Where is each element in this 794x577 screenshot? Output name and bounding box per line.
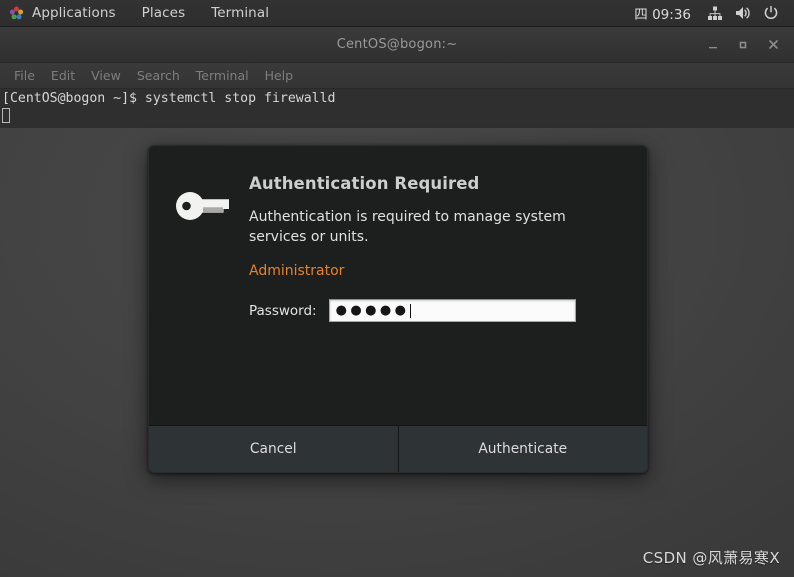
authenticate-button[interactable]: Authenticate <box>398 426 647 472</box>
terminal-output-area[interactable]: [CentOS@bogon ~]$ systemctl stop firewal… <box>0 89 794 128</box>
panel-item-label: Places <box>141 5 186 21</box>
terminal-menubar: File Edit View Search Terminal Help <box>0 63 794 89</box>
password-row: Password: ●●●●● <box>249 299 621 322</box>
key-icon <box>175 174 249 425</box>
close-icon[interactable] <box>758 30 788 60</box>
network-wired-icon[interactable] <box>701 0 729 26</box>
password-label: Password: <box>249 302 317 319</box>
menu-item-search[interactable]: Search <box>129 66 188 85</box>
dialog-title: Authentication Required <box>249 174 480 193</box>
terminal-cursor-line <box>2 107 794 125</box>
cancel-button-label: Cancel <box>249 441 297 457</box>
password-input[interactable]: ●●●●● <box>328 299 576 322</box>
menu-label: Terminal <box>195 68 249 83</box>
maximize-icon[interactable] <box>728 30 758 60</box>
top-panel-status-area: 四 09:36 <box>624 0 794 26</box>
clock[interactable]: 四 09:36 <box>624 3 701 23</box>
watermark: CSDN @风萧易寒X <box>642 549 780 567</box>
terminal-titlebar[interactable]: CentOS@bogon:~ <box>0 27 794 63</box>
dialog-text-block: Authentication Required Authentication i… <box>249 174 621 425</box>
menu-item-view[interactable]: View <box>83 66 129 85</box>
panel-item-label: Terminal <box>211 5 270 21</box>
terminal-line: [CentOS@bogon ~]$ systemctl stop firewal… <box>2 91 336 106</box>
menu-item-help[interactable]: Help <box>257 66 302 85</box>
panel-item-terminal[interactable]: Terminal <box>198 0 282 26</box>
password-masked-value: ●●●●● <box>335 303 410 318</box>
menu-label: File <box>14 68 35 83</box>
menu-label: Help <box>264 68 294 83</box>
panel-item-places[interactable]: Places <box>129 0 199 26</box>
dialog-content: Authentication Required Authentication i… <box>149 146 647 425</box>
top-panel: Applications Places Terminal 四 09:36 <box>0 0 794 27</box>
dialog-button-bar: Cancel Authenticate <box>149 425 647 472</box>
volume-icon[interactable] <box>729 0 757 26</box>
power-icon[interactable] <box>757 0 785 26</box>
authenticate-button-label: Authenticate <box>478 441 568 457</box>
menu-item-terminal[interactable]: Terminal <box>188 66 257 85</box>
minimize-icon[interactable] <box>698 30 728 60</box>
cancel-button[interactable]: Cancel <box>149 426 399 472</box>
menu-item-edit[interactable]: Edit <box>43 66 83 85</box>
terminal-cursor <box>2 108 10 123</box>
panel-item-applications[interactable]: Applications <box>0 0 129 26</box>
menu-item-file[interactable]: File <box>6 66 43 85</box>
top-panel-menus: Applications Places Terminal <box>0 0 282 26</box>
terminal-title: CentOS@bogon:~ <box>336 37 458 52</box>
menu-label: View <box>91 68 121 83</box>
window-controls <box>698 27 788 62</box>
text-caret <box>410 303 412 318</box>
terminal-window: CentOS@bogon:~ File Edit View Search Ter… <box>0 27 794 128</box>
dialog-user-name: Administrator <box>249 263 345 279</box>
menu-label: Edit <box>50 68 76 83</box>
panel-item-label: Applications <box>32 5 116 21</box>
authentication-dialog: Authentication Required Authentication i… <box>148 145 648 473</box>
menu-label: Search <box>136 68 180 83</box>
gnome-footprint-icon <box>8 5 25 22</box>
desktop-screen: Applications Places Terminal 四 09:36 Cen… <box>0 0 794 577</box>
dialog-message: Authentication is required to manage sys… <box>249 209 566 245</box>
